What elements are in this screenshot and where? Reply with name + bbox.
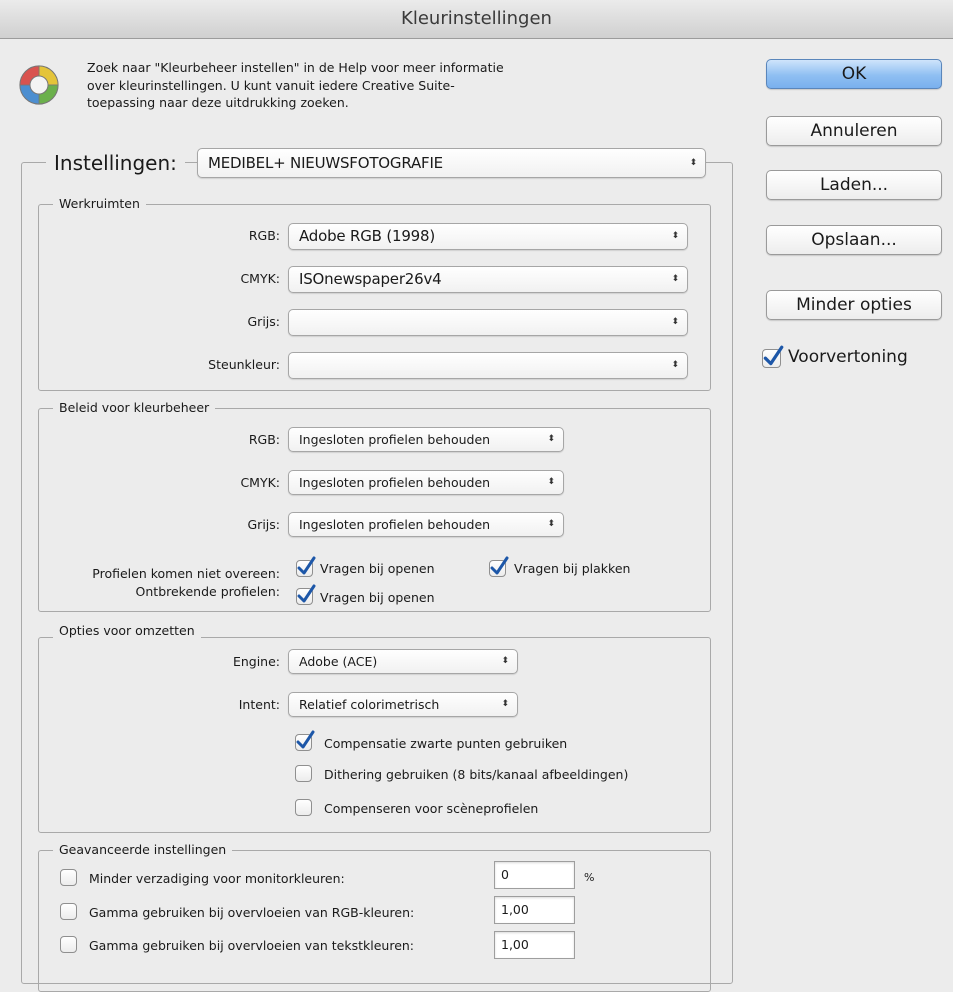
policy-rgb-label: RGB: <box>248 432 280 447</box>
select-arrows-icon: ⬍ <box>671 360 679 370</box>
select-arrows-icon: ⬍ <box>671 317 679 327</box>
select-arrows-icon: ⬍ <box>671 274 680 284</box>
select-arrows-icon: ⬍ <box>689 158 698 168</box>
conversion-title: Opties voor omzetten <box>53 623 201 638</box>
bpc-checkbox[interactable] <box>295 730 315 751</box>
ws-cmyk-label: CMYK: <box>240 271 280 286</box>
select-arrows-icon: ⬍ <box>671 231 680 241</box>
ws-gray-label: Grijs: <box>247 314 281 329</box>
save-button[interactable]: Opslaan... <box>766 225 942 255</box>
info-line: over kleurinstellingen. U kunt vanuit ie… <box>87 77 455 93</box>
color-settings-icon <box>18 64 60 106</box>
desaturate-input[interactable]: 0 <box>494 861 575 889</box>
missing-ask-open-label[interactable]: Vragen bij openen <box>320 590 435 605</box>
intent-select[interactable]: Relatief colorimetrisch ⬍ <box>288 692 518 717</box>
desaturate-label[interactable]: Minder verzadiging voor monitorkleuren: <box>89 871 345 886</box>
checkmark-icon <box>763 345 784 366</box>
scene-checkbox[interactable] <box>295 799 312 816</box>
ask-open-checkbox[interactable] <box>296 556 316 577</box>
settings-select[interactable]: MEDIBEL+ NIEUWSFOTOGRAFIE ⬍ <box>197 148 706 178</box>
gamma-rgb-checkbox[interactable] <box>60 903 77 920</box>
scene-label[interactable]: Compenseren voor scèneprofielen <box>324 801 538 816</box>
select-arrows-icon: ⬍ <box>501 699 509 709</box>
gamma-text-label[interactable]: Gamma gebruiken bij overvloeien van teks… <box>89 938 414 953</box>
info-line: toepassing naar deze uitdrukking zoeken. <box>87 95 349 110</box>
engine-select[interactable]: Adobe (ACE) ⬍ <box>288 649 518 674</box>
window-title: Kleurinstellingen <box>401 8 552 29</box>
gamma-rgb-label[interactable]: Gamma gebruiken bij overvloeien van RGB-… <box>89 905 414 920</box>
info-text: Zoek naar "Kleurbeheer instellen" in de … <box>87 59 607 112</box>
ask-paste-label[interactable]: Vragen bij plakken <box>514 561 630 576</box>
info-line: Zoek naar "Kleurbeheer instellen" in de … <box>87 60 504 75</box>
bpc-label[interactable]: Compensatie zwarte punten gebruiken <box>324 736 567 751</box>
ws-rgb-select[interactable]: Adobe RGB (1998) ⬍ <box>288 223 688 250</box>
policy-gray-select[interactable]: Ingesloten profielen behouden ⬍ <box>288 512 564 537</box>
policies-title: Beleid voor kleurbeheer <box>53 400 216 415</box>
preview-label[interactable]: Voorvertoning <box>788 347 908 367</box>
ok-button[interactable]: OK <box>766 59 942 89</box>
ask-paste-checkbox[interactable] <box>489 556 509 577</box>
ws-cmyk-select[interactable]: ISOnewspaper26v4 ⬍ <box>288 266 688 293</box>
select-arrows-icon: ⬍ <box>547 519 555 529</box>
load-button[interactable]: Laden... <box>766 170 942 200</box>
desaturate-checkbox[interactable] <box>60 869 77 886</box>
settings-label: Instellingen: <box>54 151 177 175</box>
missing-label: Ontbrekende profielen: <box>135 584 280 599</box>
dither-checkbox[interactable] <box>295 765 312 782</box>
ask-open-label[interactable]: Vragen bij openen <box>320 561 435 576</box>
policy-cmyk-select[interactable]: Ingesloten profielen behouden ⬍ <box>288 470 564 495</box>
preview-checkbox[interactable] <box>762 345 784 368</box>
mismatch-label: Profielen komen niet overeen: <box>92 566 280 581</box>
select-arrows-icon: ⬍ <box>547 434 555 444</box>
ws-spot-select[interactable]: ⬍ <box>288 352 688 379</box>
gamma-text-input[interactable]: 1,00 <box>494 931 575 959</box>
window-title-bar: Kleurinstellingen <box>0 0 953 39</box>
checkmark-icon <box>297 584 316 603</box>
ws-rgb-label: RGB: <box>248 228 280 243</box>
settings-legend: Instellingen: <box>46 147 185 181</box>
dither-label[interactable]: Dithering gebruiken (8 bits/kanaal afbee… <box>324 767 628 782</box>
fewer-options-button[interactable]: Minder opties <box>766 290 942 320</box>
checkmark-icon <box>297 556 316 575</box>
intent-label: Intent: <box>238 697 280 712</box>
policy-cmyk-label: CMYK: <box>240 475 280 490</box>
cancel-button[interactable]: Annuleren <box>766 116 942 146</box>
ws-spot-label: Steunkleur: <box>208 357 280 372</box>
policy-rgb-select[interactable]: Ingesloten profielen behouden ⬍ <box>288 427 564 452</box>
missing-ask-open-checkbox[interactable] <box>296 584 316 605</box>
working-spaces-title: Werkruimten <box>53 196 146 211</box>
ws-gray-select[interactable]: ⬍ <box>288 309 688 336</box>
advanced-title: Geavanceerde instellingen <box>53 842 233 857</box>
engine-label: Engine: <box>232 654 280 669</box>
checkmark-icon <box>296 730 315 749</box>
gamma-rgb-input[interactable]: 1,00 <box>494 896 575 924</box>
select-arrows-icon: ⬍ <box>547 477 555 487</box>
policy-gray-label: Grijs: <box>247 517 281 532</box>
gamma-text-checkbox[interactable] <box>60 936 77 953</box>
checkmark-icon <box>490 556 509 575</box>
percent-unit: % <box>584 871 595 884</box>
select-arrows-icon: ⬍ <box>501 656 509 666</box>
